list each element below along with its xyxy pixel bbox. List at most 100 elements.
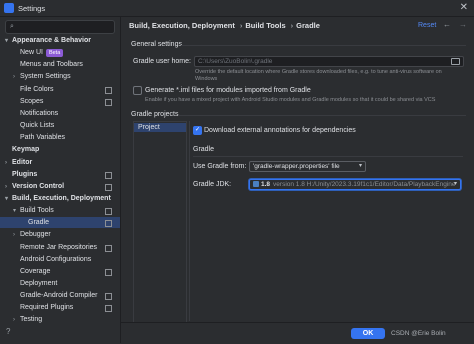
sidebar-item-label: Build Tools xyxy=(20,207,54,215)
forward-arrow-icon[interactable]: → xyxy=(459,20,467,29)
sidebar-item[interactable]: Quick Lists xyxy=(0,120,120,131)
gradle-home-input[interactable]: C:\Users\ZuoBolin\.gradle xyxy=(194,56,464,67)
search-input[interactable]: ⌕ xyxy=(5,20,115,34)
window-title: Settings xyxy=(18,4,46,13)
download-annotations-checkbox[interactable]: ✓ xyxy=(193,126,202,135)
gradle-projects-title: Gradle projects xyxy=(131,111,179,118)
sidebar-item[interactable]: Deployment xyxy=(0,278,120,289)
use-gradle-from-select[interactable]: 'gradle-wrapper.properties' file ▾ xyxy=(249,161,366,172)
project-scope-icon xyxy=(105,220,112,228)
breadcrumb: Build, Execution, Deployment › Build Tools… xyxy=(129,21,320,30)
project-scope-icon xyxy=(105,268,112,276)
sidebar-item-label: Build, Execution, Deployment xyxy=(12,194,111,202)
download-annotations-label[interactable]: Download external annotations for depend… xyxy=(204,127,356,134)
sidebar-item-label: Gradle xyxy=(28,219,50,227)
gradle-jdk-select[interactable]: 1.8 version 1.8 H:/Unity/2023.3.19f1c1/Ed… xyxy=(249,179,461,190)
app-icon xyxy=(4,3,14,13)
sidebar-item[interactable]: Keymap xyxy=(0,144,120,155)
breadcrumb-item[interactable]: Build, Execution, Deployment xyxy=(129,21,235,30)
back-arrow-icon[interactable]: ← xyxy=(443,20,451,29)
sidebar-item[interactable]: › System Settings xyxy=(0,71,120,82)
chevron-down-icon[interactable]: ▾ xyxy=(5,36,12,47)
sidebar-item[interactable]: ▾ Build, Execution, Deployment xyxy=(0,193,120,204)
folder-icon xyxy=(253,181,259,188)
generate-iml-label[interactable]: Generate *.iml files for modules importe… xyxy=(145,87,311,94)
dialog-footer: OK CSDN @Erie Bolin xyxy=(121,322,474,344)
sidebar-item[interactable]: ▾ Appearance & Behavior xyxy=(0,35,120,46)
project-scope-icon xyxy=(105,183,112,191)
sidebar-item-label: Path Variables xyxy=(20,134,66,142)
sidebar-item[interactable]: Coverage xyxy=(0,266,120,277)
sidebar-item[interactable]: Notifications xyxy=(0,108,120,119)
sidebar-item[interactable]: Remote Jar Repositories xyxy=(0,242,120,253)
settings-sidebar: ⌕ ▾ Appearance & Behavior New UI Beta Menus … xyxy=(0,17,121,343)
sidebar-item-label: Testing xyxy=(20,316,43,324)
breadcrumb-item: Gradle xyxy=(296,21,320,30)
chevron-right-icon[interactable]: › xyxy=(13,315,20,326)
sidebar-item-label: Coverage xyxy=(20,267,51,275)
sidebar-item[interactable]: Required Plugins xyxy=(0,302,120,313)
gradle-jdk-path: version 1.8 H:/Unity/2023.3.19f1c1/Edito… xyxy=(273,181,456,188)
sidebar-item[interactable]: Android Configurations xyxy=(0,254,120,265)
sidebar-item[interactable]: › Editor xyxy=(0,157,120,168)
gradle-jdk-label: Gradle JDK: xyxy=(193,181,232,188)
divider xyxy=(179,115,466,116)
sidebar-item-label: System Settings xyxy=(20,73,71,81)
sidebar-item-label: File Colors xyxy=(20,85,54,93)
sidebar-item[interactable]: Path Variables xyxy=(0,132,120,143)
sidebar-item-label: Quick Lists xyxy=(20,122,55,130)
sidebar-item-label: Remote Jar Repositories xyxy=(20,243,98,251)
sidebar-item[interactable]: › Version Control xyxy=(0,181,120,192)
sidebar-item[interactable]: File Colors xyxy=(0,84,120,95)
settings-content: Build, Execution, Deployment › Build Tools… xyxy=(121,17,474,343)
sidebar-item[interactable]: › Testing xyxy=(0,314,120,325)
sidebar-item[interactable]: Gradle xyxy=(0,217,120,229)
chevron-down-icon[interactable]: ▾ xyxy=(5,194,12,205)
sidebar-item[interactable]: Plugins xyxy=(0,169,120,180)
sidebar-item-label: Gradle-Android Compiler xyxy=(20,292,98,300)
sidebar-item-label: Editor xyxy=(12,158,33,166)
sidebar-item[interactable]: Menus and Toolbars xyxy=(0,59,120,70)
project-list-item[interactable]: Project xyxy=(134,123,186,132)
sidebar-item-label: Version Control xyxy=(12,182,65,190)
chevron-right-icon[interactable]: › xyxy=(5,182,12,193)
chevron-down-icon: ▾ xyxy=(358,163,362,169)
use-gradle-from-value: 'gradle-wrapper.properties' file xyxy=(253,163,340,170)
sidebar-item-label: Keymap xyxy=(12,146,40,154)
help-icon[interactable]: ? xyxy=(6,327,10,336)
divider xyxy=(189,121,190,321)
sidebar-item-label: Appearance & Behavior xyxy=(12,37,91,44)
use-gradle-from-label: Use Gradle from: xyxy=(193,163,247,170)
gradle-section-title: Gradle xyxy=(193,146,215,153)
folder-icon[interactable] xyxy=(451,58,460,65)
chevron-right-icon[interactable]: › xyxy=(5,158,12,169)
breadcrumb-item[interactable]: Build Tools xyxy=(245,21,285,30)
generate-iml-checkbox[interactable] xyxy=(133,86,142,95)
sidebar-item[interactable]: Gradle-Android Compiler xyxy=(0,290,120,301)
sidebar-item-label: Scopes xyxy=(20,97,44,105)
close-icon[interactable]: ✕ xyxy=(460,2,468,13)
chevron-right-icon[interactable]: › xyxy=(13,230,20,241)
general-settings-title: General settings xyxy=(131,41,182,48)
divider xyxy=(193,156,463,157)
title-bar: Settings ✕ xyxy=(0,0,474,17)
sidebar-item[interactable]: › Debugger xyxy=(0,229,120,240)
sidebar-item[interactable]: ▾ Build Tools xyxy=(0,205,120,216)
watermark: CSDN @Erie Bolin xyxy=(391,330,446,337)
beta-badge: Beta xyxy=(45,49,64,58)
divider xyxy=(181,45,466,46)
reset-link[interactable]: Reset xyxy=(418,22,436,29)
ok-button[interactable]: OK xyxy=(351,328,385,339)
gradle-home-value: C:\Users\ZuoBolin\.gradle xyxy=(198,58,273,65)
sidebar-item[interactable]: Scopes xyxy=(0,96,120,107)
sidebar-item-label: New UI xyxy=(20,49,43,57)
chevron-down-icon[interactable]: ▾ xyxy=(13,206,20,217)
gradle-jdk-version: 1.8 xyxy=(261,181,271,188)
sidebar-item-label: Android Configurations xyxy=(20,255,92,263)
project-scope-icon xyxy=(105,86,112,94)
sidebar-item-label: Required Plugins xyxy=(20,304,74,312)
sidebar-item[interactable]: New UI Beta xyxy=(0,47,120,58)
gradle-home-label: Gradle user home: xyxy=(133,58,191,65)
chevron-down-icon: ▾ xyxy=(453,181,457,187)
chevron-right-icon[interactable]: › xyxy=(13,72,20,83)
